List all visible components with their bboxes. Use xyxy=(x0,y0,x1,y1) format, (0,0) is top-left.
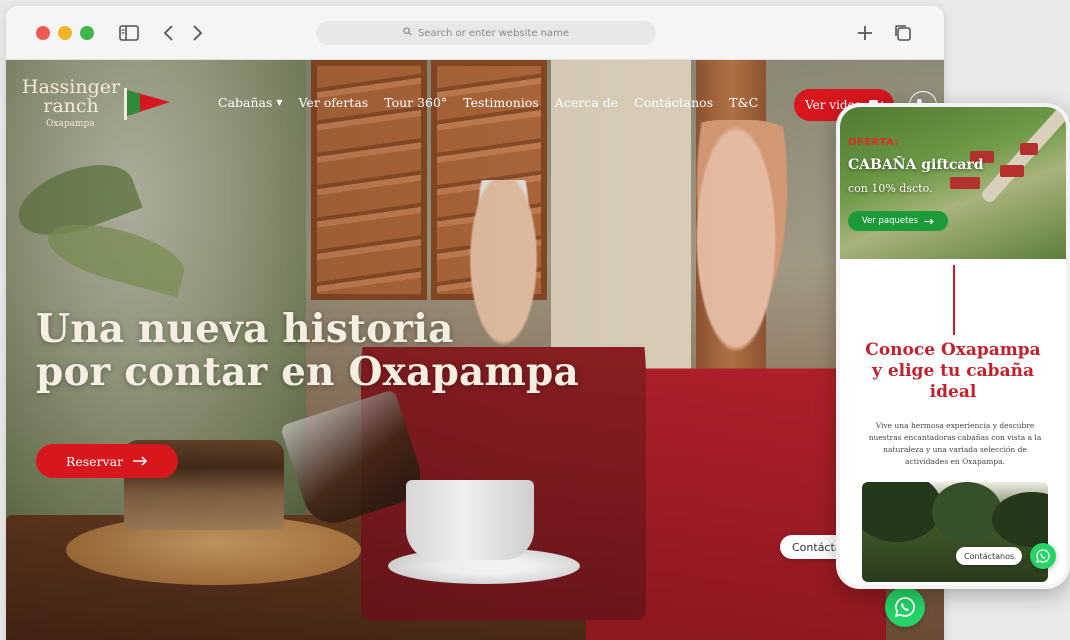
mobile-section-body: Vive una hermosa experiencia y descubre … xyxy=(868,421,1042,466)
tabs-overview-icon[interactable] xyxy=(892,22,914,44)
heading-line-1: Conoce Oxapampa xyxy=(865,340,1041,360)
nav-cabanas-label: Cabañas xyxy=(218,95,273,110)
nav-cabanas[interactable]: Cabañas ▼ xyxy=(218,95,283,110)
view-packages-button[interactable]: Ver paquetes xyxy=(848,211,948,231)
heading-line-3: ideal xyxy=(929,382,977,402)
nav-tour-360[interactable]: Tour 360° xyxy=(384,95,447,110)
mobile-whatsapp-button[interactable] xyxy=(1030,543,1056,569)
sidebar-icon[interactable] xyxy=(118,22,140,44)
arrow-right-icon xyxy=(924,218,934,224)
banner-cabin xyxy=(1000,165,1024,177)
address-bar[interactable]: Search or enter website name xyxy=(316,21,656,45)
photo-tree xyxy=(932,482,1002,542)
close-window-button[interactable] xyxy=(36,26,50,40)
banner-cabin xyxy=(950,177,980,189)
minimize-window-button[interactable] xyxy=(58,26,72,40)
hero-title-line-1: Una nueva historia xyxy=(36,306,454,352)
whatsapp-icon xyxy=(894,597,915,618)
mobile-contact-pill[interactable]: Contáctanos xyxy=(956,547,1023,565)
mobile-preview: OFERTA: CABAÑA giftcard con 10% dscto. V… xyxy=(836,103,1070,589)
photo-tree xyxy=(862,482,942,542)
offer-title: CABAÑA giftcard xyxy=(848,157,984,173)
offer-subtitle: con 10% dscto. xyxy=(848,182,933,195)
nav-contactanos[interactable]: Contáctanos xyxy=(634,95,713,110)
offer-label: OFERTA: xyxy=(848,137,899,148)
nav-terms[interactable]: T&C xyxy=(729,95,758,110)
logo-subtitle: Oxapampa xyxy=(46,119,95,129)
nav-ver-ofertas[interactable]: Ver ofertas xyxy=(299,95,369,110)
chevron-down-icon: ▼ xyxy=(276,98,283,107)
whatsapp-icon xyxy=(1036,549,1050,563)
whatsapp-button[interactable] xyxy=(885,587,925,627)
logo-wordmark: Hassinger ranch xyxy=(16,78,126,116)
hero-title: Una nueva historia por contar en Oxapamp… xyxy=(36,308,579,394)
browser-toolbar: Search or enter website name xyxy=(6,6,944,60)
flag-icon xyxy=(124,88,170,120)
address-placeholder: Search or enter website name xyxy=(417,27,570,39)
nav-acerca-de[interactable]: Acerca de xyxy=(555,95,618,110)
maximize-window-button[interactable] xyxy=(80,26,94,40)
photo-tree xyxy=(992,492,1048,547)
forward-icon[interactable] xyxy=(186,22,208,44)
banner-cabin xyxy=(1020,143,1038,155)
mobile-photo xyxy=(862,482,1048,582)
back-icon[interactable] xyxy=(158,22,180,44)
mobile-offer-banner: OFERTA: CABAÑA giftcard con 10% dscto. V… xyxy=(840,107,1066,259)
logo-line-2: ranch xyxy=(43,95,99,117)
heading-line-2: y elige tu cabaña xyxy=(872,361,1034,381)
divider-line xyxy=(953,265,955,335)
hero-title-line-2: por contar en Oxapampa xyxy=(36,349,579,395)
new-tab-icon[interactable] xyxy=(854,22,876,44)
search-icon xyxy=(403,27,412,39)
reserve-button[interactable]: Reservar xyxy=(36,444,178,478)
view-packages-label: Ver paquetes xyxy=(861,216,919,226)
nav-testimonios[interactable]: Testimonios xyxy=(463,95,539,110)
arrow-right-icon xyxy=(133,456,148,466)
site-logo[interactable]: Hassinger ranch Oxapampa xyxy=(16,76,176,136)
main-nav: Cabañas ▼ Ver ofertas Tour 360° Testimon… xyxy=(218,95,758,110)
mobile-section-heading: Conoce Oxapampa y elige tu cabaña ideal xyxy=(840,340,1066,403)
reserve-label: Reservar xyxy=(65,453,124,469)
